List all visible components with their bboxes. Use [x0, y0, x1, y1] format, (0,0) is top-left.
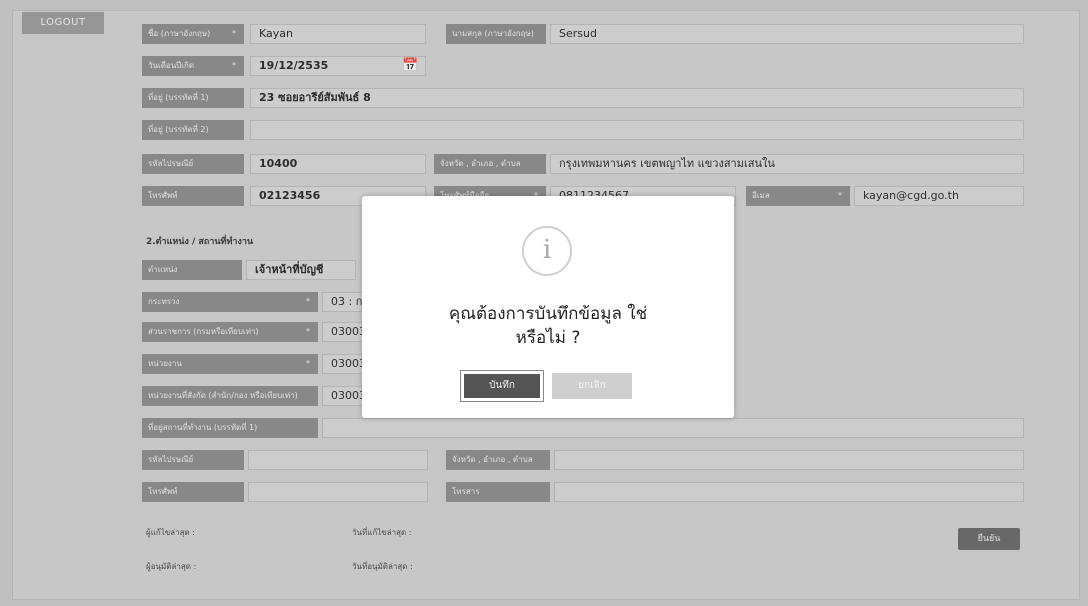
- save-button[interactable]: บันทึก: [460, 370, 544, 402]
- dialog-message: คุณต้องการบันทึกข้อมูล ใช่ หรือไม่ ?: [372, 302, 724, 350]
- info-icon: i: [522, 226, 572, 276]
- confirm-dialog: i คุณต้องการบันทึกข้อมูล ใช่ หรือไม่ ? บ…: [362, 196, 734, 418]
- dialog-message-line1: คุณต้องการบันทึกข้อมูล ใช่: [448, 304, 648, 324]
- save-button-label: บันทึก: [464, 374, 540, 398]
- cancel-button[interactable]: ยกเลิก: [552, 373, 632, 399]
- dialog-message-line2: หรือไม่ ?: [515, 328, 581, 348]
